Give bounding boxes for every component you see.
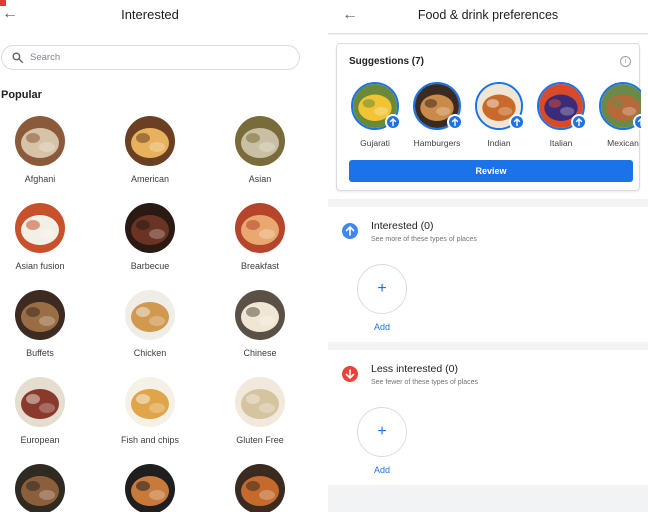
suggestion-label: Gujarati	[360, 138, 390, 148]
add-less-interested-label[interactable]: Add	[357, 465, 407, 475]
cuisine-photo	[15, 377, 65, 427]
cuisine-item-chicken[interactable]: Chicken	[100, 290, 200, 358]
suggestions-section: Suggestions (7) i Gujarati Hamburgers Indi…	[328, 35, 648, 199]
cuisine-label: Barbecue	[130, 261, 170, 271]
suggestion-label: Italian	[549, 138, 573, 148]
interested-subtitle: See more of these types of places	[371, 236, 477, 243]
interested-pane: ← Interested Search Popular Afghani Ameri…	[0, 0, 320, 512]
suggestion-photo	[351, 82, 401, 130]
cuisine-photo	[125, 377, 175, 427]
cuisine-item-item-12[interactable]	[0, 464, 90, 512]
suggestion-italian[interactable]: Italian	[531, 82, 591, 148]
less-interested-section: Less interested (0) See fewer of these t…	[328, 350, 648, 485]
cuisine-photo	[125, 290, 175, 340]
cuisine-photo	[15, 203, 65, 253]
cuisine-photo	[15, 464, 65, 512]
plus-icon: +	[377, 280, 387, 297]
suggestion-photo	[599, 82, 641, 130]
thumbs-up-arrow-icon	[342, 223, 358, 239]
cuisine-photo	[235, 203, 285, 253]
left-app-bar: ← Interested	[0, 0, 320, 30]
right-app-bar: ← Food & drink preferences	[328, 0, 648, 34]
down-arrow-icon	[342, 366, 358, 382]
cuisine-photo	[125, 464, 175, 512]
info-icon[interactable]: i	[620, 56, 631, 67]
cuisine-label: Gluten Free	[236, 435, 284, 445]
up-arrow-icon[interactable]	[447, 114, 463, 130]
less-interested-title: Less interested (0)	[371, 363, 458, 375]
add-interested-label[interactable]: Add	[357, 322, 407, 332]
cuisine-item-gluten-free[interactable]: Gluten Free	[210, 377, 310, 445]
cuisine-label: Asian fusion	[15, 261, 65, 271]
cuisine-label: Fish and chips	[120, 435, 180, 445]
search-placeholder: Search	[30, 52, 61, 63]
review-button[interactable]: Review	[349, 160, 633, 182]
cuisine-item-fish-and-chips[interactable]: Fish and chips	[100, 377, 200, 445]
suggestion-hamburgers[interactable]: Hamburgers	[407, 82, 467, 148]
cuisine-item-asian-fusion[interactable]: Asian fusion	[0, 203, 90, 271]
cuisine-photo	[235, 464, 285, 512]
suggestion-label: Mexican	[607, 138, 639, 148]
page-title: Interested	[121, 7, 179, 22]
suggestion-photo	[413, 82, 463, 130]
add-interested-button[interactable]: +	[357, 264, 407, 314]
less-interested-subtitle: See fewer of these types of places	[371, 379, 479, 386]
plus-icon: +	[377, 423, 387, 440]
cuisine-item-asian[interactable]: Asian	[210, 116, 310, 184]
add-less-interested-button[interactable]: +	[357, 407, 407, 457]
up-arrow-icon[interactable]	[571, 114, 587, 130]
suggestion-mexican[interactable]: Mexican	[593, 82, 641, 148]
cuisine-photo	[15, 116, 65, 166]
suggestions-card: Suggestions (7) i Gujarati Hamburgers Indi…	[336, 43, 641, 191]
interested-section: Interested (0) See more of these types o…	[328, 207, 648, 342]
cuisine-item-chinese[interactable]: Chinese	[210, 290, 310, 358]
search-icon	[12, 52, 24, 64]
suggestion-gujarati[interactable]: Gujarati	[345, 82, 405, 148]
cuisine-label: Asian	[248, 174, 272, 184]
cuisine-photo	[15, 290, 65, 340]
pane-divider	[320, 0, 328, 512]
cuisine-label: European	[20, 435, 60, 445]
cuisine-photo	[125, 203, 175, 253]
cuisine-item-breakfast[interactable]: Breakfast	[210, 203, 310, 271]
cuisine-photo	[235, 290, 285, 340]
cuisine-item-item-14[interactable]	[210, 464, 310, 512]
up-arrow-icon[interactable]	[633, 114, 641, 130]
suggestion-label: Indian	[487, 138, 511, 148]
cuisine-photo	[235, 377, 285, 427]
suggestion-photo	[475, 82, 525, 130]
cuisine-label: American	[130, 174, 169, 184]
cuisine-item-afghani[interactable]: Afghani	[0, 116, 90, 184]
cuisine-label: Afghani	[24, 174, 56, 184]
cuisine-item-buffets[interactable]: Buffets	[0, 290, 90, 358]
cuisine-item-european[interactable]: European	[0, 377, 90, 445]
suggestions-title: Suggestions (7)	[349, 56, 425, 67]
suggestion-label: Hamburgers	[413, 138, 461, 148]
interested-title: Interested (0)	[371, 220, 434, 232]
search-input[interactable]: Search	[1, 45, 300, 70]
up-arrow-icon[interactable]	[509, 114, 525, 130]
cuisine-label: Chinese	[243, 348, 277, 358]
up-arrow-icon[interactable]	[385, 114, 401, 130]
section-title: Popular	[1, 89, 42, 101]
cuisine-item-item-13[interactable]	[100, 464, 200, 512]
cuisine-item-american[interactable]: American	[100, 116, 200, 184]
suggestion-indian[interactable]: Indian	[469, 82, 529, 148]
page-title: Food & drink preferences	[417, 8, 559, 22]
cuisine-photo	[235, 116, 285, 166]
cuisine-label: Chicken	[133, 348, 167, 358]
cuisine-label: Buffets	[26, 348, 54, 358]
cuisine-label: Breakfast	[240, 261, 280, 271]
suggestions-row: Gujarati Hamburgers Indian Italian Mexican	[337, 82, 641, 154]
preferences-pane: ← Food & drink preferences Suggestions (…	[328, 0, 648, 512]
cuisine-item-barbecue[interactable]: Barbecue	[100, 203, 200, 271]
cuisine-photo	[125, 116, 175, 166]
suggestion-photo	[537, 82, 587, 130]
